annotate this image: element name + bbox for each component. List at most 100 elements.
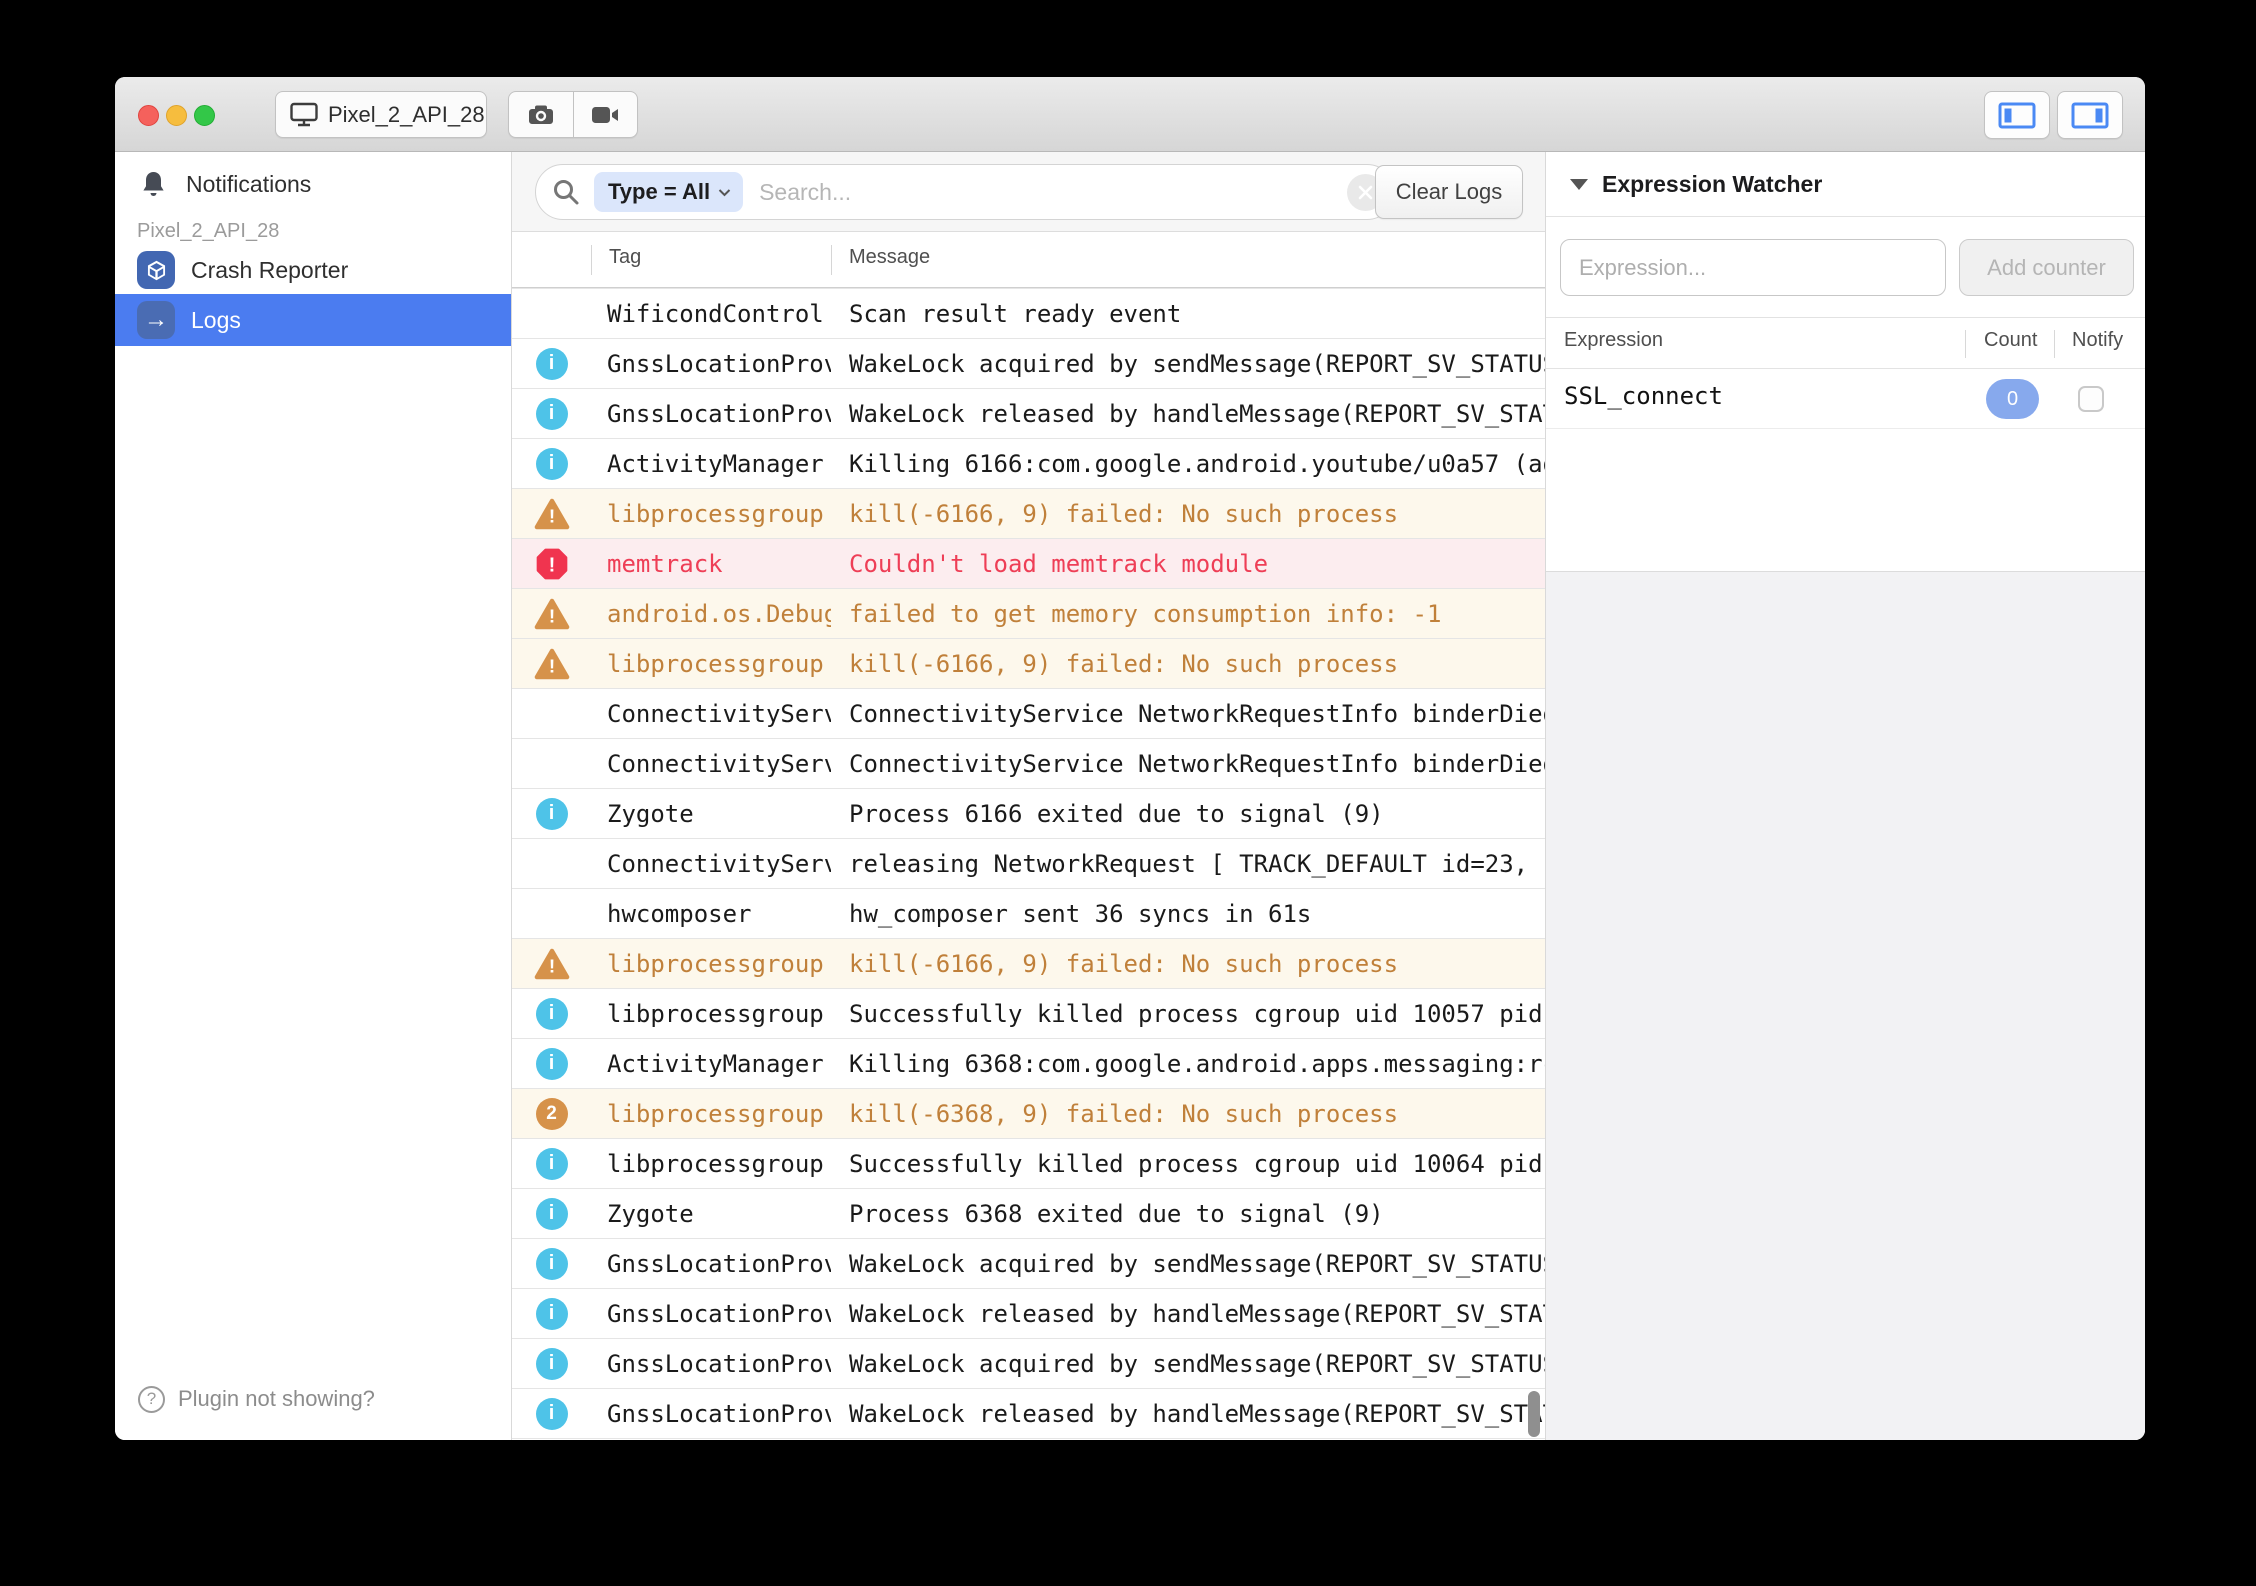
add-counter-button[interactable]: Add counter [1959, 239, 2134, 296]
log-level-icon-cell: i [512, 998, 591, 1030]
close-button[interactable] [138, 105, 159, 126]
log-level-icon-cell: i [512, 448, 591, 480]
info-icon: i [536, 1048, 568, 1080]
notify-checkbox[interactable] [2078, 386, 2104, 412]
log-row[interactable]: iGnssLocationProviderWakeLock released b… [512, 1389, 1545, 1439]
log-tag-cell: memtrack [591, 550, 831, 578]
column-header-expression: Expression [1564, 329, 1663, 352]
minimize-button[interactable] [166, 105, 187, 126]
type-filter-label: Type = All [608, 179, 710, 205]
video-camera-icon [591, 105, 619, 125]
logs-panel: Type = All Clear Logs Tag Message [512, 152, 1545, 1440]
question-circle-icon: ? [138, 1386, 165, 1413]
column-header-count: Count [1984, 329, 2037, 352]
log-tag-cell: hwcomposer [591, 900, 831, 928]
expression-watcher-header: Expression Watcher [1546, 152, 2145, 217]
screenshot-button[interactable] [509, 92, 573, 137]
sidebar-item-crash-reporter[interactable]: Crash Reporter [115, 244, 511, 296]
log-row[interactable]: iGnssLocationProviderWakeLock acquired b… [512, 1339, 1545, 1389]
log-message-cell: WakeLock released by handleMessage(REPOR… [831, 1400, 1545, 1428]
log-message-cell: Process 6166 exited due to signal (9) [831, 800, 1545, 828]
log-message-cell: releasing NetworkRequest [ TRACK_DEFAULT… [831, 850, 1545, 878]
watcher-row[interactable]: SSL_connect 0 [1546, 369, 2145, 429]
log-row[interactable]: ConnectivityServiceConnectivityService N… [512, 739, 1545, 789]
svg-text:!: ! [548, 956, 554, 977]
log-tag-cell: libprocessgroup [591, 650, 831, 678]
log-level-icon-cell: i [512, 1148, 591, 1180]
svg-text:!: ! [548, 554, 555, 576]
column-divider [1965, 330, 1966, 358]
column-header-message: Message [849, 246, 930, 269]
svg-text:!: ! [548, 656, 554, 677]
plugin-not-showing-link[interactable]: ? Plugin not showing? [115, 1374, 511, 1424]
log-row[interactable]: !android.os.Debugfailed to get memory co… [512, 589, 1545, 639]
toggle-right-panel-button[interactable] [2057, 91, 2123, 139]
device-selector-button[interactable]: Pixel_2_API_28 [275, 91, 487, 138]
log-row[interactable]: 2libprocessgroupkill(-6368, 9) failed: N… [512, 1089, 1545, 1139]
info-icon: i [536, 1198, 568, 1230]
fullscreen-button[interactable] [194, 105, 215, 126]
info-icon: i [536, 1348, 568, 1380]
log-tag-cell: libprocessgroup [591, 500, 831, 528]
vertical-scrollbar-thumb[interactable] [1528, 1391, 1540, 1437]
expression-input[interactable] [1560, 239, 1946, 296]
search-input[interactable] [757, 178, 1347, 207]
log-row[interactable]: ConnectivityServicereleasing NetworkRequ… [512, 839, 1545, 889]
watcher-expression: SSL_connect [1564, 382, 1723, 410]
log-row[interactable]: !libprocessgroupkill(-6166, 9) failed: N… [512, 939, 1545, 989]
log-row[interactable]: iZygoteProcess 6166 exited due to signal… [512, 789, 1545, 839]
panel-toggle-group [1984, 91, 2123, 139]
log-row[interactable]: iGnssLocationProviderWakeLock released b… [512, 1289, 1545, 1339]
log-row[interactable]: iGnssLocationProviderWakeLock released b… [512, 389, 1545, 439]
column-divider [2054, 330, 2055, 358]
log-level-icon-cell: i [512, 1248, 591, 1280]
collapse-triangle-icon[interactable] [1570, 179, 1588, 190]
log-message-cell: WakeLock acquired by sendMessage(REPORT_… [831, 350, 1545, 378]
log-tag-cell: ActivityManager [591, 450, 831, 478]
log-message-cell: Couldn't load memtrack module [831, 550, 1545, 578]
expression-watcher-title: Expression Watcher [1602, 171, 1822, 198]
warning-icon: ! [534, 498, 570, 530]
svg-text:!: ! [548, 606, 554, 627]
sidebar-item-label: Crash Reporter [191, 257, 348, 284]
log-row[interactable]: ilibprocessgroupSuccessfully killed proc… [512, 989, 1545, 1039]
log-level-icon-cell: i [512, 1398, 591, 1430]
log-row[interactable]: iZygoteProcess 6368 exited due to signal… [512, 1189, 1545, 1239]
warning-icon: ! [534, 948, 570, 980]
expression-watcher-controls: Add counter [1546, 217, 2145, 318]
log-row[interactable]: iGnssLocationProviderWakeLock acquired b… [512, 339, 1545, 389]
log-message-cell: kill(-6166, 9) failed: No such process [831, 950, 1545, 978]
sidebar-item-notifications[interactable]: Notifications [115, 158, 511, 210]
log-tag-cell: GnssLocationProvider [591, 1400, 831, 1428]
log-row[interactable]: ilibprocessgroupSuccessfully killed proc… [512, 1139, 1545, 1189]
log-row[interactable]: iActivityManagerKilling 6166:com.google.… [512, 439, 1545, 489]
info-icon: i [536, 998, 568, 1030]
error-icon: ! [536, 548, 568, 580]
count-badge: 0 [1986, 379, 2039, 419]
log-row[interactable]: iGnssLocationProviderWakeLock acquired b… [512, 1239, 1545, 1289]
log-row[interactable]: iActivityManagerKilling 6368:com.google.… [512, 1039, 1545, 1089]
sidebar-item-label: Logs [191, 307, 241, 334]
info-icon: i [536, 448, 568, 480]
title-bar[interactable]: Pixel_2_API_28 [115, 77, 2145, 152]
column-divider [591, 245, 592, 275]
log-row[interactable]: !libprocessgroupkill(-6166, 9) failed: N… [512, 489, 1545, 539]
search-bar[interactable]: Type = All [535, 164, 1395, 220]
clear-logs-button[interactable]: Clear Logs [1375, 165, 1523, 219]
log-level-icon-cell: i [512, 1298, 591, 1330]
info-icon: i [536, 348, 568, 380]
toggle-left-panel-button[interactable] [1984, 91, 2050, 139]
screen-record-button[interactable] [573, 92, 638, 137]
log-row[interactable]: WificondControlScan result ready event [512, 289, 1545, 339]
logs-toolbar: Type = All Clear Logs [512, 152, 1545, 232]
log-row[interactable]: ! libprocessgroupkill(-6166, 9) failed: N… [512, 639, 1545, 689]
log-message-cell: kill(-6166, 9) failed: No such process [831, 650, 1545, 678]
type-filter-chip[interactable]: Type = All [594, 172, 743, 212]
camera-icon [527, 103, 555, 127]
log-row[interactable]: hwcomposerhw_composer sent 36 syncs in 6… [512, 889, 1545, 939]
sidebar-item-logs[interactable]: → Logs [115, 294, 511, 346]
log-tag-cell: Zygote [591, 1200, 831, 1228]
log-row[interactable]: ConnectivityServiceConnectivityService N… [512, 689, 1545, 739]
log-row[interactable]: ! memtrackCouldn't load memtrack module [512, 539, 1545, 589]
plugin-not-showing-label: Plugin not showing? [178, 1386, 375, 1412]
